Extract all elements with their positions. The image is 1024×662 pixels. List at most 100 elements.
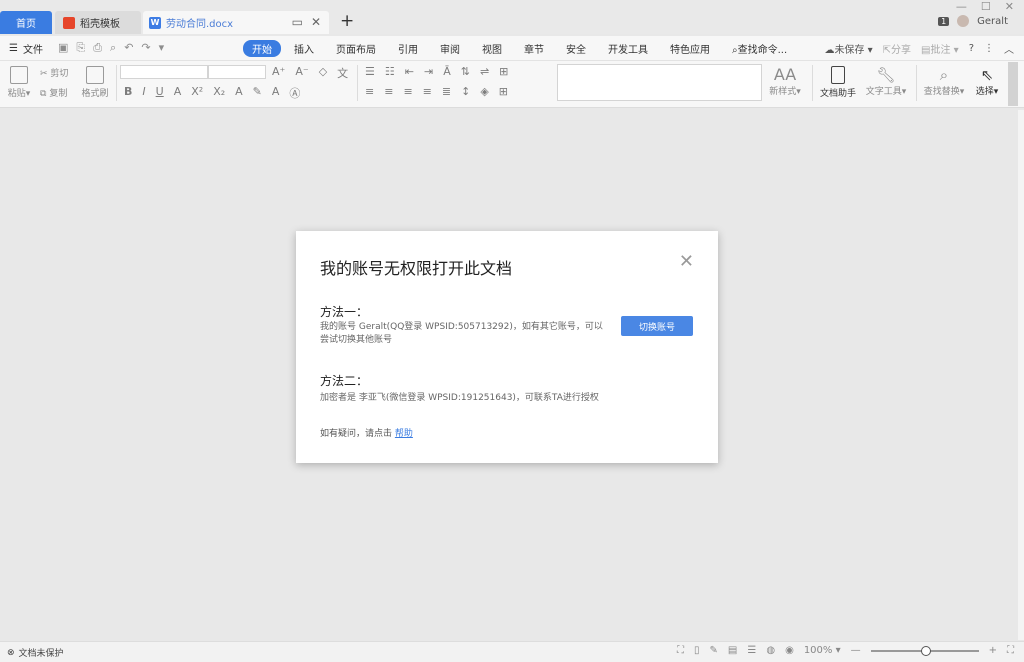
decrease-indent-icon[interactable]: ⇤ (405, 65, 414, 78)
preview-icon[interactable]: ⌕ (110, 41, 116, 55)
borders-icon[interactable]: ⊞ (499, 85, 508, 98)
font-size-select[interactable] (208, 65, 266, 79)
write-mode-icon[interactable]: ✎ (710, 645, 718, 656)
align-center-icon[interactable]: ≡ (384, 85, 393, 98)
pin-tab-icon[interactable]: ▭ (292, 15, 303, 29)
underline-icon[interactable]: U (156, 85, 164, 101)
text-tools-button[interactable]: 🔧︎ 文字工具▾ (864, 66, 908, 97)
switch-account-button[interactable]: 切换账号 (621, 316, 693, 336)
close-icon[interactable]: ✕ (679, 253, 694, 271)
outline-view-icon[interactable]: ☰ (747, 645, 756, 656)
shading-icon[interactable]: ◈ (480, 85, 488, 98)
method2-text: 加密者是 李亚飞(微信登录 WPSID:191251643)，可联系TA进行授权 (320, 393, 599, 403)
close-window-icon[interactable]: ✕ (1005, 0, 1014, 13)
zoom-level[interactable]: 100% ▾ (804, 645, 841, 656)
align-left-icon[interactable]: ≡ (365, 85, 374, 98)
read-mode-icon[interactable]: ▯ (694, 645, 700, 656)
close-tab-icon[interactable]: ✕ (311, 15, 321, 29)
line-spacing-icon[interactable]: ↕ (461, 85, 470, 98)
web-view-icon[interactable]: ◍ (766, 645, 775, 656)
redo-icon[interactable]: ↷ (141, 41, 150, 55)
format-painter-button[interactable]: 格式刷 (80, 66, 110, 99)
superscript-icon[interactable]: X² (191, 85, 203, 101)
save-icon[interactable]: ▣ (58, 41, 68, 55)
phonetic-icon[interactable]: 文 (337, 65, 348, 81)
change-case-icon[interactable]: Ā (443, 65, 451, 78)
cloud-unsaved[interactable]: ☁未保存 ▾ (824, 41, 872, 56)
cut-button[interactable]: ✂ 剪切 (40, 66, 68, 79)
bold-icon[interactable]: B (124, 85, 132, 101)
search-commands[interactable]: ⌕查找命令... (723, 40, 796, 57)
comment-button[interactable]: ▤批注 ▾ (921, 41, 959, 56)
select-button[interactable]: ⇖ 选择▾ (972, 66, 1002, 97)
user-name[interactable]: Geralt (977, 16, 1008, 27)
clear-format-icon[interactable]: ◇ (319, 65, 327, 81)
ribbon-tab-view[interactable]: 视图 (473, 40, 511, 57)
shrink-font-icon[interactable]: A⁻ (295, 65, 308, 81)
file-menu[interactable]: ☰ 文件 (9, 41, 43, 56)
minimize-icon[interactable]: — (956, 0, 967, 13)
undo-icon[interactable]: ↶ (124, 41, 133, 55)
ribbon-tab-layout[interactable]: 页面布局 (327, 40, 385, 57)
italic-icon[interactable]: I (142, 85, 145, 101)
tab-daoke-templates[interactable]: 稻壳模板 (55, 11, 141, 34)
ribbon-tab-section[interactable]: 章节 (515, 40, 553, 57)
window-count-badge[interactable]: 1 (938, 16, 950, 26)
bullet-list-icon[interactable]: ☰ (365, 65, 375, 78)
zoom-slider[interactable] (870, 645, 979, 656)
help-link[interactable]: 帮助 (395, 429, 413, 439)
numbered-list-icon[interactable]: ☷ (385, 65, 395, 78)
strikethrough-icon[interactable]: A (174, 85, 182, 101)
collapse-ribbon-icon[interactable]: ︿ (1004, 41, 1014, 56)
text-effect-icon[interactable]: A (235, 85, 243, 101)
find-replace-button[interactable]: ⌕ 查找替换▾ (922, 66, 966, 97)
zoom-in-icon[interactable]: + (989, 645, 997, 656)
font-family-select[interactable] (120, 65, 208, 79)
highlight-icon[interactable]: ✎ (253, 85, 262, 101)
subscript-icon[interactable]: X₂ (213, 85, 225, 101)
ribbon-tab-developer[interactable]: 开发工具 (599, 40, 657, 57)
export-icon[interactable]: ⎘ (76, 41, 85, 55)
more-icon[interactable]: ⋮ (984, 43, 994, 54)
paste-button[interactable]: 粘贴▾ (6, 66, 32, 99)
right-edge-strip (1018, 110, 1024, 640)
char-border-icon[interactable]: Ⓐ (289, 85, 300, 101)
tab-home[interactable]: 首页 (0, 11, 52, 34)
daoke-logo-icon (63, 16, 75, 29)
zoom-slider-knob[interactable] (920, 645, 931, 656)
fullscreen-icon[interactable]: ⛶ (677, 645, 684, 656)
table-icon[interactable]: ⊞ (499, 65, 508, 78)
share-button[interactable]: ⇱分享 (883, 41, 911, 56)
protection-status[interactable]: ⊗ 文档未保护 (7, 646, 64, 660)
font-color-icon[interactable]: A (272, 85, 280, 101)
ribbon-tab-references[interactable]: 引用 (389, 40, 427, 57)
help-icon[interactable]: ? (969, 43, 974, 54)
copy-button[interactable]: ⧉ 复制 (40, 86, 67, 99)
ribbon-tab-features[interactable]: 特色应用 (661, 40, 719, 57)
ribbon-scroll-handle[interactable] (1008, 62, 1018, 106)
eye-protect-icon[interactable]: ◉ (785, 645, 794, 656)
new-style-button[interactable]: AA 新样式▾ (768, 66, 802, 98)
ribbon-tab-security[interactable]: 安全 (557, 40, 595, 57)
justify-icon[interactable]: ≡ (423, 85, 432, 98)
align-right-icon[interactable]: ≡ (403, 85, 412, 98)
customize-icon[interactable]: ▾ (159, 41, 165, 55)
ribbon-tab-start[interactable]: 开始 (243, 40, 281, 57)
fit-page-icon[interactable]: ⛶ (1007, 645, 1014, 656)
avatar[interactable] (957, 15, 970, 27)
new-tab-button[interactable]: + (340, 13, 354, 30)
tab-document[interactable]: W 劳动合同.docx ▭ ✕ (143, 11, 329, 34)
maximize-icon[interactable]: ☐ (981, 0, 991, 13)
print-icon[interactable]: ⎙ (93, 41, 102, 55)
grow-font-icon[interactable]: A⁺ (272, 65, 285, 81)
ribbon-tab-review[interactable]: 审阅 (431, 40, 469, 57)
zoom-out-icon[interactable]: — (851, 645, 861, 656)
style-gallery[interactable] (557, 64, 762, 101)
distributed-align-icon[interactable]: ≣ (442, 85, 451, 98)
doc-assistant-button[interactable]: 文档助手 (818, 66, 858, 99)
ribbon-tab-insert[interactable]: 插入 (285, 40, 323, 57)
sort-icon[interactable]: ⇅ (461, 65, 470, 78)
increase-indent-icon[interactable]: ⇥ (424, 65, 433, 78)
page-view-icon[interactable]: ▤ (728, 645, 737, 656)
distribute-icon[interactable]: ⇌ (480, 65, 489, 78)
